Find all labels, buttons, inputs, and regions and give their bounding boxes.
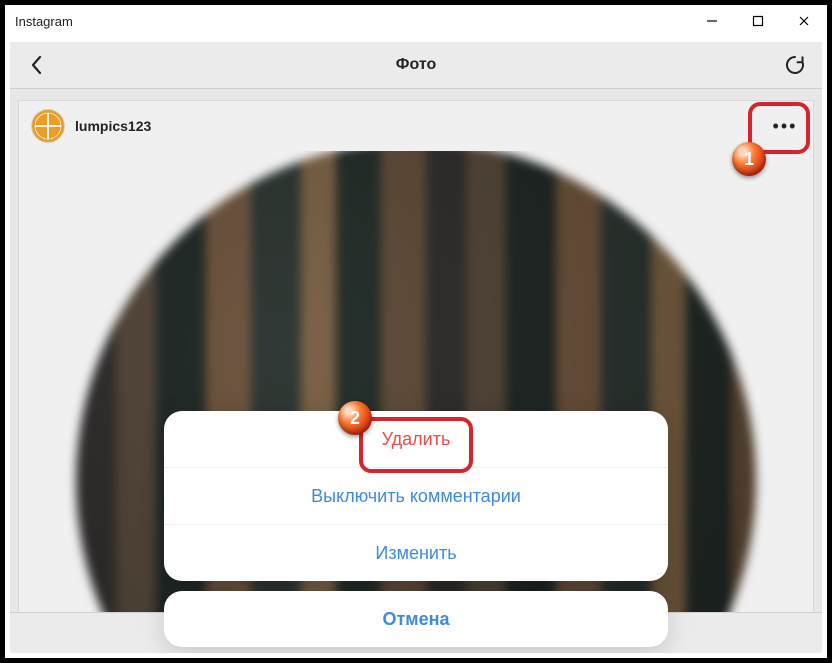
disable-comments-option-label: Выключить комментарии <box>311 486 521 507</box>
edit-option-label: Изменить <box>375 543 456 564</box>
app-content: Фото lumpics123 ••• <box>10 42 822 653</box>
window-title: Instagram <box>15 14 73 29</box>
window-minimize-button[interactable] <box>689 5 735 37</box>
more-icon: ••• <box>773 116 798 137</box>
app-window: Instagram Фото <box>0 0 832 663</box>
cancel-option[interactable]: Отмена <box>164 591 668 647</box>
disable-comments-option[interactable]: Выключить комментарии <box>164 467 668 524</box>
reload-button[interactable] <box>768 42 822 88</box>
post-options-button[interactable]: ••• <box>767 111 803 141</box>
action-sheet-options: Удалить Выключить комментарии Изменить <box>164 411 668 581</box>
post-header: lumpics123 ••• <box>19 101 813 152</box>
nav-title: Фото <box>10 56 822 74</box>
delete-option-label: Удалить <box>382 429 451 450</box>
back-button[interactable] <box>10 55 64 75</box>
top-nav: Фото <box>10 42 822 89</box>
window-titlebar: Instagram <box>5 5 827 37</box>
username[interactable]: lumpics123 <box>75 118 151 134</box>
window-maximize-button[interactable] <box>735 5 781 37</box>
cancel-option-label: Отмена <box>382 609 449 630</box>
window-close-button[interactable] <box>781 5 827 37</box>
action-sheet-cancel-block: Отмена <box>164 591 668 647</box>
edit-option[interactable]: Изменить <box>164 524 668 581</box>
action-sheet: Удалить Выключить комментарии Изменить О… <box>164 401 668 647</box>
user-avatar[interactable] <box>31 109 65 143</box>
delete-option[interactable]: Удалить <box>164 411 668 467</box>
